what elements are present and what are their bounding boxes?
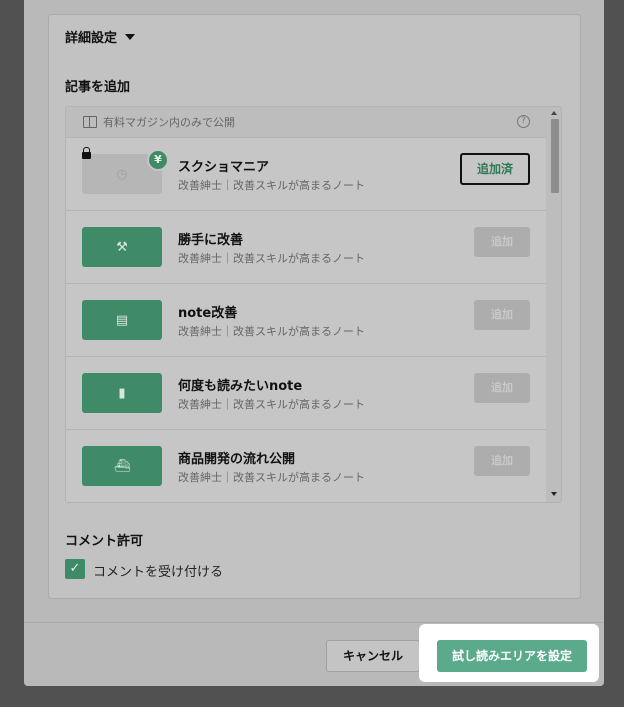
scroll-down-arrow-icon[interactable] xyxy=(551,492,557,496)
scroll-up-arrow-icon[interactable] xyxy=(551,111,557,115)
article-thumbnail: ▮ xyxy=(82,373,162,413)
ship-icon: ⛴ xyxy=(113,458,131,474)
document-icon: ▤ xyxy=(115,312,129,328)
check-icon: ✓ xyxy=(69,561,81,576)
list-item: ▮ 何度も読みたいnote 改善紳士｜改善スキルが高まるノート 追加 xyxy=(66,356,546,429)
list-item: ◷ ¥ スクショマニア 改善紳士｜改善スキルが高まるノート 追加済 xyxy=(66,137,546,210)
article-title: note改善 xyxy=(178,306,238,321)
add-button[interactable]: 追加 xyxy=(474,300,530,330)
comment-checkbox[interactable]: ✓ xyxy=(65,559,85,579)
article-title: 何度も読みたいnote xyxy=(178,379,303,394)
article-subtitle: 改善紳士｜改善スキルが高まるノート xyxy=(178,325,365,338)
lock-icon xyxy=(82,147,91,159)
added-button[interactable]: 追加済 xyxy=(460,153,530,185)
list-item: ⛴ 商品開発の流れ公開 改善紳士｜改善スキルが高まるノート 追加 xyxy=(66,429,546,502)
dialog: 詳細設定 記事を追加 有料マガジン内のみで公開 ? ◷ ¥ スクショマニア 改善… xyxy=(24,0,604,686)
set-preview-area-button[interactable]: 試し読みエリアを設定 xyxy=(437,640,587,672)
article-title: 勝手に改善 xyxy=(178,233,244,248)
list-header: 有料マガジン内のみで公開 ? xyxy=(66,107,546,137)
caret-down-icon xyxy=(125,33,136,40)
comment-permission-title: コメント許可 xyxy=(65,534,144,549)
article-thumbnail: ▤ xyxy=(82,300,162,340)
article-title: スクショマニア xyxy=(178,160,270,175)
article-title: 商品開発の流れ公開 xyxy=(178,452,296,467)
add-articles-title: 記事を追加 xyxy=(65,80,131,95)
detail-settings-label: 詳細設定 xyxy=(65,31,118,46)
cancel-button[interactable]: キャンセル xyxy=(326,640,420,672)
bookmark-icon: ▮ xyxy=(118,385,126,401)
detail-settings-toggle[interactable]: 詳細設定 xyxy=(65,27,136,46)
list-header-label: 有料マガジン内のみで公開 xyxy=(103,116,235,129)
yen-icon: ¥ xyxy=(147,149,169,171)
scroll-thumb[interactable] xyxy=(551,119,559,193)
help-icon[interactable]: ? xyxy=(517,115,530,128)
list-item: ⚒ 勝手に改善 改善紳士｜改善スキルが高まるノート 追加 xyxy=(66,210,546,283)
settings-panel: 詳細設定 記事を追加 有料マガジン内のみで公開 ? ◷ ¥ スクショマニア 改善… xyxy=(48,14,581,599)
article-subtitle: 改善紳士｜改善スキルが高まるノート xyxy=(178,252,365,265)
article-thumbnail: ⚒ xyxy=(82,227,162,267)
add-button[interactable]: 追加 xyxy=(474,373,530,403)
add-button[interactable]: 追加 xyxy=(474,227,530,257)
article-subtitle: 改善紳士｜改善スキルが高まるノート xyxy=(178,179,365,192)
article-thumbnail: ⛴ xyxy=(82,446,162,486)
list-scrollbar[interactable] xyxy=(548,107,561,502)
add-button[interactable]: 追加 xyxy=(474,446,530,476)
article-subtitle: 改善紳士｜改善スキルが高まるノート xyxy=(178,398,365,411)
list-item: ▤ note改善 改善紳士｜改善スキルが高まるノート 追加 xyxy=(66,283,546,356)
book-icon xyxy=(83,116,97,128)
article-list[interactable]: 有料マガジン内のみで公開 ? ◷ ¥ スクショマニア 改善紳士｜改善スキルが高ま… xyxy=(65,106,562,503)
hammer-icon: ⚒ xyxy=(116,239,128,255)
article-subtitle: 改善紳士｜改善スキルが高まるノート xyxy=(178,471,365,484)
comment-checkbox-label[interactable]: コメントを受け付ける xyxy=(93,561,223,580)
clock-icon: ◷ xyxy=(116,166,128,182)
